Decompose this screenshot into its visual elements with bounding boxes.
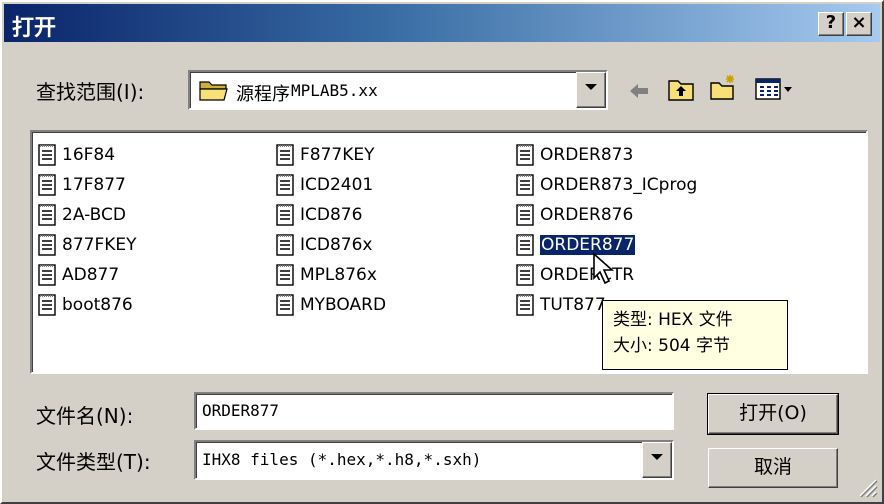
look-in-label: 查找范围(I): [36,80,145,104]
file-name: ICD876x [300,235,373,255]
text-file-icon [516,144,534,166]
text-file-icon [38,264,56,286]
file-name: 877FKEY [62,235,137,255]
file-name: MPL876x [300,265,377,285]
file-name: 2A-BCD [62,205,126,225]
text-file-icon [276,144,294,166]
close-button[interactable]: × [846,12,872,36]
filename-input[interactable]: ORDER877 [194,392,674,430]
filename-value: ORDER877 [202,401,280,420]
filetype-value: IHX8 files (*.hex,*.h8,*.sxh) [202,450,482,469]
back-arrow-icon[interactable] [624,76,654,106]
file-name: 16F84 [62,145,116,165]
file-name: MYBOARD [300,295,387,315]
text-file-icon [516,264,534,286]
file-item[interactable]: 17F877 [38,172,126,198]
file-item[interactable]: MPL876x [276,262,377,288]
open-file-dialog: 打开 ? × 查找范围(I): 源程序 MPLAB5.xx 16F84 17F87… [0,0,884,504]
cancel-button[interactable]: 取消 [708,448,838,488]
file-item[interactable]: ICD2401 [276,172,373,198]
look-in-dropdown-button[interactable] [576,72,606,108]
file-item[interactable]: ORDER876 [516,202,633,228]
text-file-icon [276,174,294,196]
file-name: TUT877 [540,295,606,315]
help-button[interactable]: ? [818,12,844,36]
file-name: AD877 [62,265,120,285]
file-item[interactable]: MYBOARD [276,292,386,318]
file-name: 17F877 [62,175,126,195]
filename-label: 文件名(N): [36,404,134,428]
window-title: 打开 [12,16,57,41]
text-file-icon [276,234,294,256]
text-file-icon [516,174,534,196]
file-item[interactable]: boot876 [38,292,133,318]
file-item[interactable]: 2A-BCD [38,202,126,228]
file-item[interactable]: ORDER873_ICprog [516,172,697,198]
file-name: ORDER877 [538,234,637,256]
mouse-cursor-icon [593,252,615,285]
file-name: ICD2401 [300,175,374,195]
text-file-icon [38,204,56,226]
up-folder-icon[interactable] [666,74,696,104]
file-item[interactable]: F877KEY [276,142,375,168]
filetype-combo[interactable]: IHX8 files (*.hex,*.h8,*.sxh) [194,440,674,480]
file-item[interactable]: ICD876 [276,202,362,228]
file-name: ORDER876 [540,205,634,225]
filetype-dropdown-button[interactable] [642,442,672,478]
text-file-icon [276,264,294,286]
text-file-icon [276,204,294,226]
file-name: ORDER873_ICprog [540,175,698,195]
file-item[interactable]: 16F84 [38,142,115,168]
file-item[interactable]: ORDER873 [516,142,633,168]
resize-grip-icon[interactable] [856,476,878,498]
new-folder-icon[interactable] [708,72,738,102]
tooltip-size-line: 大小: 504 字节 [613,336,730,356]
text-file-icon [38,174,56,196]
text-file-icon [276,294,294,316]
look-in-combo[interactable]: 源程序 MPLAB5.xx [188,70,608,110]
file-name: ORDER873 [540,145,634,165]
file-name: ORDERCTR [540,265,635,285]
text-file-icon [38,144,56,166]
text-file-icon [516,234,534,256]
filetype-label: 文件类型(T): [36,450,151,474]
file-info-tooltip: 类型: HEX 文件 大小: 504 字节 [602,300,788,370]
file-item[interactable]: AD877 [38,262,119,288]
file-name: F877KEY [300,145,375,165]
text-file-icon [516,204,534,226]
open-folder-icon [199,81,228,101]
file-item[interactable]: ICD876x [276,232,372,258]
open-button[interactable]: 打开(O) [707,393,839,435]
text-file-icon [516,294,534,316]
file-item[interactable]: 877FKEY [38,232,137,258]
text-file-icon [38,234,56,256]
text-file-icon [38,294,56,316]
look-in-value-prefix: 源程序 [236,84,290,105]
title-bar[interactable]: 打开 ? × [4,4,880,42]
file-name: boot876 [62,295,133,315]
file-item[interactable]: TUT877 [516,292,606,318]
look-in-value-suffix: MPLAB5.xx [291,81,378,100]
file-name: ICD876 [300,205,363,225]
view-menu-icon[interactable] [754,74,796,104]
tooltip-type-line: 类型: HEX 文件 [613,310,733,330]
